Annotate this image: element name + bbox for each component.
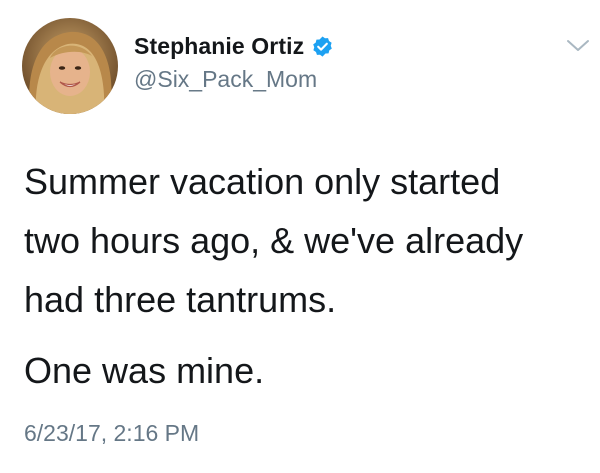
- tweet-second-paragraph: One was mine.: [24, 350, 265, 391]
- tweet-text: Summer vacation only started two hours a…: [24, 152, 584, 400]
- author-handle[interactable]: @Six_Pack_Mom: [134, 66, 317, 93]
- avatar[interactable]: [22, 18, 118, 114]
- author-display-name[interactable]: Stephanie Ortiz: [134, 33, 304, 60]
- author-name-row: Stephanie Ortiz: [134, 31, 334, 61]
- verified-badge-icon: [311, 35, 334, 58]
- chevron-down-icon[interactable]: [566, 38, 590, 54]
- avatar-photo: [22, 18, 118, 114]
- tweet-line: had three tantrums.: [24, 279, 337, 320]
- tweet-line: Summer vacation only started: [24, 161, 501, 202]
- tweet-line: two hours ago, & we've already: [24, 220, 524, 261]
- tweet-card: Stephanie Ortiz @Six_Pack_Mom Summer vac…: [0, 0, 600, 473]
- tweet-timestamp[interactable]: 6/23/17, 2:16 PM: [24, 420, 199, 447]
